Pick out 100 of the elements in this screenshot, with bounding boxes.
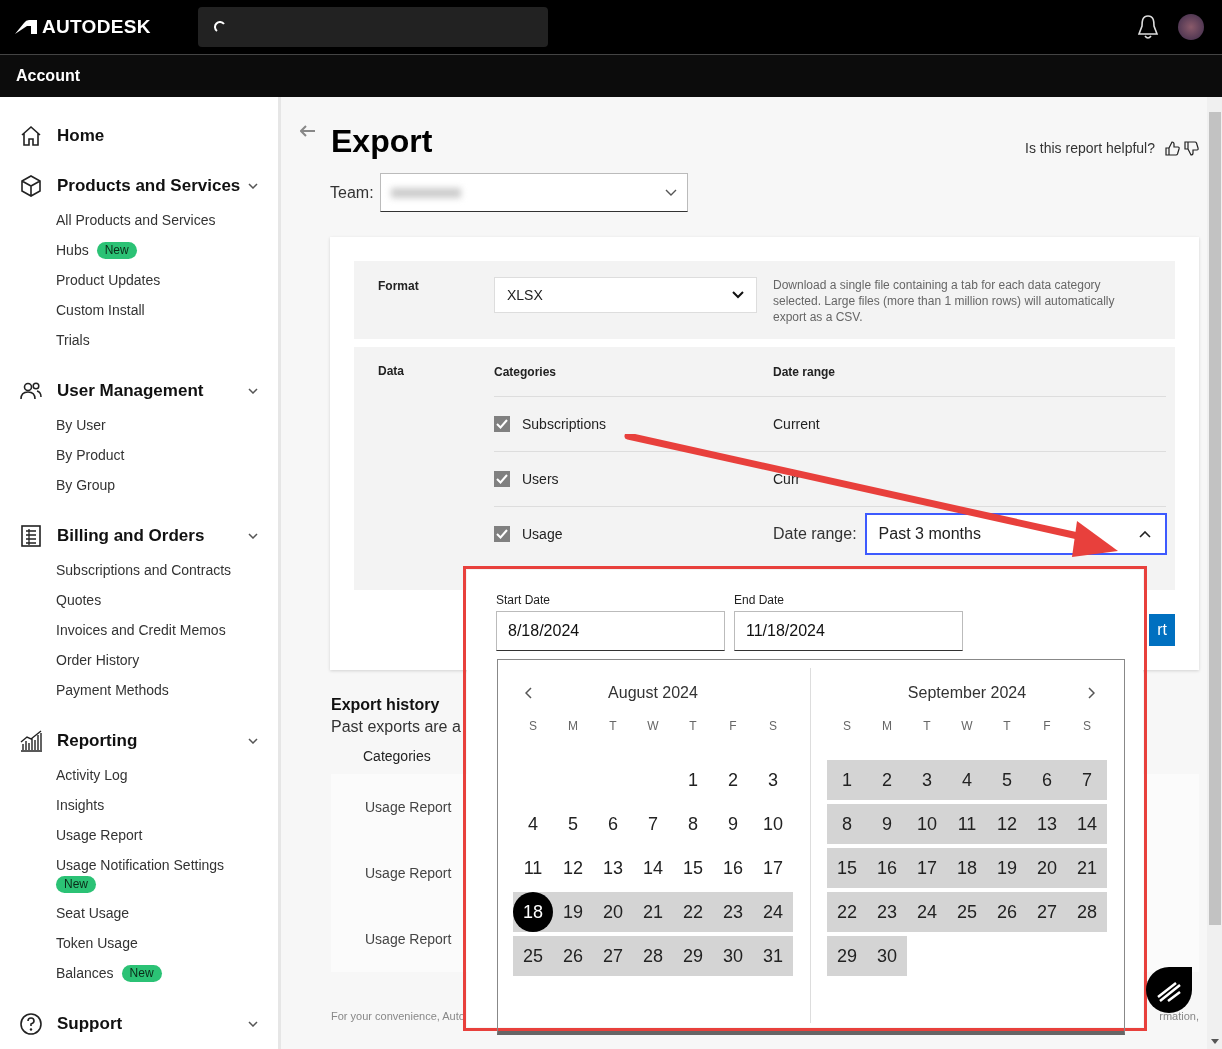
sidebar-item[interactable]: Seat Usage [56,903,130,923]
export-button[interactable]: rt [1149,614,1175,646]
sidebar-item[interactable]: Insights [56,795,105,815]
calendar-day[interactable]: 27 [1027,892,1067,932]
calendar-day[interactable]: 18 [513,892,553,932]
calendar-day[interactable]: 11 [513,848,553,888]
checkbox[interactable] [494,471,510,487]
calendar-day[interactable]: 3 [907,760,947,800]
calendar-day[interactable]: 26 [987,892,1027,932]
calendar-day[interactable]: 15 [827,848,867,888]
calendar-day[interactable]: 12 [987,804,1027,844]
calendar-day[interactable]: 23 [867,892,907,932]
sidebar-item[interactable]: Balances [56,963,114,983]
sidebar-section[interactable]: Support [57,1014,248,1034]
calendar-day[interactable]: 2 [713,760,753,800]
sidebar-item[interactable]: Custom Install [56,300,145,320]
sidebar-item[interactable]: All Products and Services [56,210,216,230]
calendar-day[interactable]: 19 [987,848,1027,888]
calendar-day[interactable]: 22 [673,892,713,932]
calendar-day[interactable]: 15 [673,848,713,888]
calendar-day[interactable]: 18 [947,848,987,888]
avatar[interactable] [1178,14,1204,40]
calendar-day[interactable]: 25 [513,936,553,976]
logo-text[interactable]: AUTODESK [42,16,151,38]
sidebar-item[interactable]: Payment Methods [56,680,169,700]
calendar-day[interactable]: 14 [633,848,673,888]
calendar-day[interactable]: 31 [753,936,793,976]
calendar-day[interactable]: 25 [947,892,987,932]
calendar-day[interactable]: 1 [673,760,713,800]
calendar-day[interactable]: 22 [827,892,867,932]
calendar-day[interactable]: 9 [713,804,753,844]
calendar-day[interactable]: 21 [633,892,673,932]
calendar-day[interactable]: 13 [593,848,633,888]
calendar-day[interactable]: 1 [827,760,867,800]
calendar-day[interactable]: 2 [867,760,907,800]
search-field[interactable] [197,7,548,47]
calendar-day[interactable]: 6 [593,804,633,844]
calendar-day[interactable]: 7 [1067,760,1107,800]
sidebar-item[interactable]: Hubs [56,240,89,260]
calendar-day[interactable]: 14 [1067,804,1107,844]
calendar-day[interactable]: 16 [713,848,753,888]
sidebar-item[interactable]: Activity Log [56,765,128,785]
calendar-day[interactable]: 19 [553,892,593,932]
sidebar-item[interactable]: By Product [56,445,125,465]
calendar-day[interactable]: 24 [907,892,947,932]
calendar-day[interactable]: 10 [907,804,947,844]
sidebar-item[interactable]: Subscriptions and Contracts [56,560,232,580]
calendar-day[interactable]: 5 [987,760,1027,800]
sidebar-section[interactable]: User Management [57,381,248,401]
sidebar-item[interactable]: Usage Notification Settings [56,855,225,875]
end-date-field[interactable]: 11/18/2024 [734,611,963,651]
sidebar-item[interactable]: By Group [56,475,116,495]
calendar-day[interactable]: 7 [633,804,673,844]
checkbox[interactable] [494,416,510,432]
sidebar-section[interactable]: Reporting [57,731,248,751]
calendar-day[interactable]: 5 [553,804,593,844]
calendar-day[interactable]: 16 [867,848,907,888]
calendar-day[interactable]: 4 [947,760,987,800]
format-dropdown[interactable]: XLSX [494,277,757,313]
calendar-day[interactable]: 3 [753,760,793,800]
sidebar-item[interactable]: Usage Report [56,825,143,845]
calendar-day[interactable]: 21 [1067,848,1107,888]
calendar-day[interactable]: 8 [827,804,867,844]
sidebar-item[interactable]: Quotes [56,590,102,610]
checkbox[interactable] [494,526,510,542]
calendar-day[interactable]: 24 [753,892,793,932]
calendar-day[interactable]: 9 [867,804,907,844]
calendar-day[interactable]: 23 [713,892,753,932]
sidebar-item[interactable]: Order History [56,650,140,670]
calendar-day[interactable]: 29 [827,936,867,976]
calendar-day[interactable]: 20 [593,892,633,932]
sidebar-item[interactable]: Product Updates [56,270,161,290]
sidebar-item[interactable]: Invoices and Credit Memos [56,620,226,640]
calendar-day[interactable]: 30 [713,936,753,976]
sidebar-item[interactable]: Token Usage [56,933,138,953]
team-dropdown[interactable] [379,173,688,212]
sidebar-section[interactable]: Home [57,126,278,146]
sidebar-item[interactable]: By User [56,415,106,435]
calendar-day[interactable]: 28 [633,936,673,976]
scrollbar[interactable] [1207,97,1222,1049]
start-date-field[interactable]: 8/18/2024 [496,611,725,651]
calendar-day[interactable]: 11 [947,804,987,844]
calendar-day[interactable]: 17 [753,848,793,888]
calendar-day[interactable]: 13 [1027,804,1067,844]
calendar-day[interactable]: 6 [1027,760,1067,800]
calendar-day[interactable]: 8 [673,804,713,844]
calendar-day[interactable]: 26 [553,936,593,976]
calendar-day[interactable]: 28 [1067,892,1107,932]
sidebar-section[interactable]: Billing and Orders [57,526,248,546]
calendar-day[interactable]: 20 [1027,848,1067,888]
calendar-day[interactable]: 12 [553,848,593,888]
sidebar-section[interactable]: Products and Services [57,176,248,196]
scroll-thumb[interactable] [1208,112,1221,925]
sidebar-item[interactable]: Trials [56,330,90,350]
calendar-day[interactable]: 29 [673,936,713,976]
calendar-day[interactable]: 10 [753,804,793,844]
calendar-day[interactable]: 4 [513,804,553,844]
calendar-day[interactable]: 30 [867,936,907,976]
calendar-day[interactable]: 27 [593,936,633,976]
calendar-day[interactable]: 17 [907,848,947,888]
